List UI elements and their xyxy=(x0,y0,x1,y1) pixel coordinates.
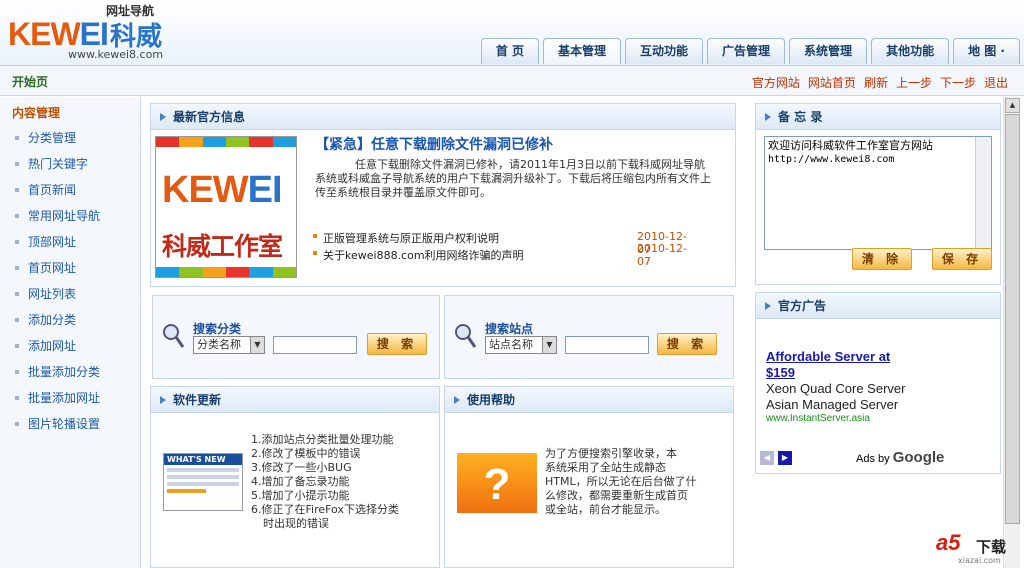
news-header: 最新官方信息 xyxy=(151,104,735,130)
category-search-input[interactable] xyxy=(273,336,357,354)
ad-url[interactable]: www.InstantServer.asia xyxy=(766,413,996,424)
watermark-logo: a5 下载 xiazai.com xyxy=(936,530,1007,565)
tab-other-functions[interactable]: 其他功能 xyxy=(871,38,950,64)
start-page-label: 开始页 xyxy=(12,75,49,89)
main-nav-tabs: 首 页 基本管理 互动功能 广告管理 系统管理 其他功能 地 图 · xyxy=(480,38,1020,65)
search-category-panel: 搜索分类 分类名称 ▼ 搜 索 xyxy=(152,295,440,379)
ad-prev-button[interactable]: ◀ xyxy=(760,451,774,465)
ad-next-button[interactable]: ▶ xyxy=(778,451,792,465)
top-links: 官方网站 网站首页 刷新 上一步 下一步 退出 xyxy=(752,74,1008,91)
top-bar: 开始页 官方网站 网站首页 刷新 上一步 下一步 退出 xyxy=(0,66,1024,96)
search-category-label: 搜索分类 xyxy=(193,322,242,336)
tab-interactive[interactable]: 互动功能 xyxy=(625,38,704,64)
search-site-button[interactable]: 搜 索 xyxy=(657,333,717,355)
svg-text:?: ? xyxy=(484,460,511,509)
tab-home[interactable]: 首 页 xyxy=(480,38,539,64)
sidebar-item-category-manage[interactable]: 分类管理 xyxy=(14,125,140,151)
search-icon xyxy=(455,324,477,348)
sidebar-item-carousel-settings[interactable]: 图片轮播设置 xyxy=(14,411,140,437)
search-site-panel: 搜索站点 站点名称 ▼ 搜 索 xyxy=(444,295,734,379)
memo-panel: 备 忘 录 欢迎访问科威软件工作室官方网站 http://www.kewei8.… xyxy=(755,103,1001,285)
sidebar-item-top-urls[interactable]: 顶部网址 xyxy=(14,229,140,255)
site-search-input[interactable] xyxy=(565,336,649,354)
ads-by-google[interactable]: Ads by Google xyxy=(856,449,944,466)
link-back[interactable]: 上一步 xyxy=(896,74,932,91)
search-site-label: 搜索站点 xyxy=(485,322,534,336)
list-item: 2.修改了模板中的错误 xyxy=(251,447,361,460)
image-brand: KEWEI xyxy=(162,169,283,211)
ad-block: Affordable Server at $159 Xeon Quad Core… xyxy=(766,349,996,424)
sidebar-item-home-urls[interactable]: 首页网址 xyxy=(14,255,140,281)
news-body: 任意下载删除文件漏洞已修补，请2011年1月3日以前下载科威网址导航系统或科威盒… xyxy=(315,158,711,199)
chevron-down-icon: ▼ xyxy=(542,337,556,353)
list-item: 4.增加了备忘录功能 xyxy=(251,475,350,488)
site-logo[interactable]: 网址导航 KEWEI 科威 www.kewei8.com xyxy=(6,2,171,62)
list-item: 1.添加站点分类批量处理功能 xyxy=(251,433,394,446)
search-icon xyxy=(163,324,185,348)
sidebar-item-batch-add-url[interactable]: 批量添加网址 xyxy=(14,385,140,411)
ad-price[interactable]: $159 xyxy=(766,365,996,381)
tab-map[interactable]: 地 图 · xyxy=(953,38,1020,64)
sidebar-item-common-nav[interactable]: 常用网址导航 xyxy=(14,203,140,229)
link-logout[interactable]: 退出 xyxy=(984,74,1008,91)
memo-clear-button[interactable]: 清 除 xyxy=(852,248,912,270)
tab-ad-management[interactable]: 广告管理 xyxy=(707,38,786,64)
link-official-site[interactable]: 官方网站 xyxy=(752,74,800,91)
sidebar: 内容管理 分类管理 热门关键字 首页新闻 常用网址导航 顶部网址 首页网址 网址… xyxy=(0,97,141,568)
header: 网址导航 KEWEI 科威 www.kewei8.com 首 页 基本管理 互动… xyxy=(0,0,1024,66)
help-panel: 使用帮助 ? 为了方便搜索引擎收录，本 系统采用了全站生成静态 HTML，所以无… xyxy=(444,386,734,568)
ads-header: 官方广告 xyxy=(756,293,1000,319)
search-category-button[interactable]: 搜 索 xyxy=(367,333,427,355)
memo-scrollbar[interactable] xyxy=(975,137,991,249)
image-brand-cn: 科威工作室 xyxy=(162,232,283,261)
link-refresh[interactable]: 刷新 xyxy=(864,74,888,91)
category-select[interactable]: 分类名称 ▼ xyxy=(193,336,265,354)
news-headline[interactable]: 【紧急】任意下载删除文件漏洞已修补 xyxy=(315,134,553,154)
help-header: 使用帮助 xyxy=(445,387,733,413)
ads-panel: 官方广告 Affordable Server at $159 Xeon Quad… xyxy=(755,292,1001,474)
software-update-panel: 软件更新 WHAT'S NEW 1.添加站点分类批量处理功能 2.修改了模板中的… xyxy=(150,386,440,568)
list-item: 6.修正了在FireFox下选择分类 xyxy=(251,503,399,516)
sidebar-item-add-url[interactable]: 添加网址 xyxy=(14,333,140,359)
list-item: 5.增加了小提示功能 xyxy=(251,489,350,502)
update-list: 1.添加站点分类批量处理功能 2.修改了模板中的错误 3.修改了一些小BUG 4… xyxy=(251,433,399,531)
memo-textarea[interactable]: 欢迎访问科威软件工作室官方网站 http://www.kewei8.com xyxy=(764,136,992,250)
sidebar-menu: 分类管理 热门关键字 首页新闻 常用网址导航 顶部网址 首页网址 网址列表 添加… xyxy=(14,125,140,437)
list-item: 时出现的错误 xyxy=(263,517,329,530)
sidebar-item-add-category[interactable]: 添加分类 xyxy=(14,307,140,333)
sidebar-item-hot-keywords[interactable]: 热门关键字 xyxy=(14,151,140,177)
site-select[interactable]: 站点名称 ▼ xyxy=(485,336,557,354)
tab-basic-management[interactable]: 基本管理 xyxy=(543,38,622,64)
logo-url: www.kewei8.com xyxy=(68,48,164,61)
news-panel: 最新官方信息 KEWEI 科威工作室 【紧急】任意下载删除文件漏洞已修补 任意下… xyxy=(150,103,736,287)
tab-system-management[interactable]: 系统管理 xyxy=(789,38,868,64)
link-forward[interactable]: 下一步 xyxy=(940,74,976,91)
help-question-icon: ? xyxy=(457,453,537,513)
sidebar-item-url-list[interactable]: 网址列表 xyxy=(14,281,140,307)
list-item: 3.修改了一些小BUG xyxy=(251,461,352,474)
software-update-header: 软件更新 xyxy=(151,387,439,413)
whats-new-icon: WHAT'S NEW xyxy=(163,453,243,511)
kewei-studio-image[interactable]: KEWEI 科威工作室 xyxy=(155,136,297,278)
ad-headline[interactable]: Affordable Server at xyxy=(766,349,996,365)
sidebar-item-batch-add-category[interactable]: 批量添加分类 xyxy=(14,359,140,385)
sidebar-item-home-news[interactable]: 首页新闻 xyxy=(14,177,140,203)
help-text: 为了方便搜索引擎收录，本 系统采用了全站生成静态 HTML，所以无论在后台做了什… xyxy=(545,447,697,516)
scrollbar-thumb[interactable] xyxy=(1005,114,1020,524)
memo-header: 备 忘 录 xyxy=(756,104,1000,130)
sidebar-title: 内容管理 xyxy=(12,106,61,120)
memo-save-button[interactable]: 保 存 xyxy=(932,248,992,270)
chevron-down-icon: ▼ xyxy=(250,337,264,353)
scroll-up-icon[interactable]: ▲ xyxy=(1005,98,1020,113)
link-site-home[interactable]: 网站首页 xyxy=(808,74,856,91)
page-scrollbar[interactable]: ▲ xyxy=(1003,97,1020,568)
